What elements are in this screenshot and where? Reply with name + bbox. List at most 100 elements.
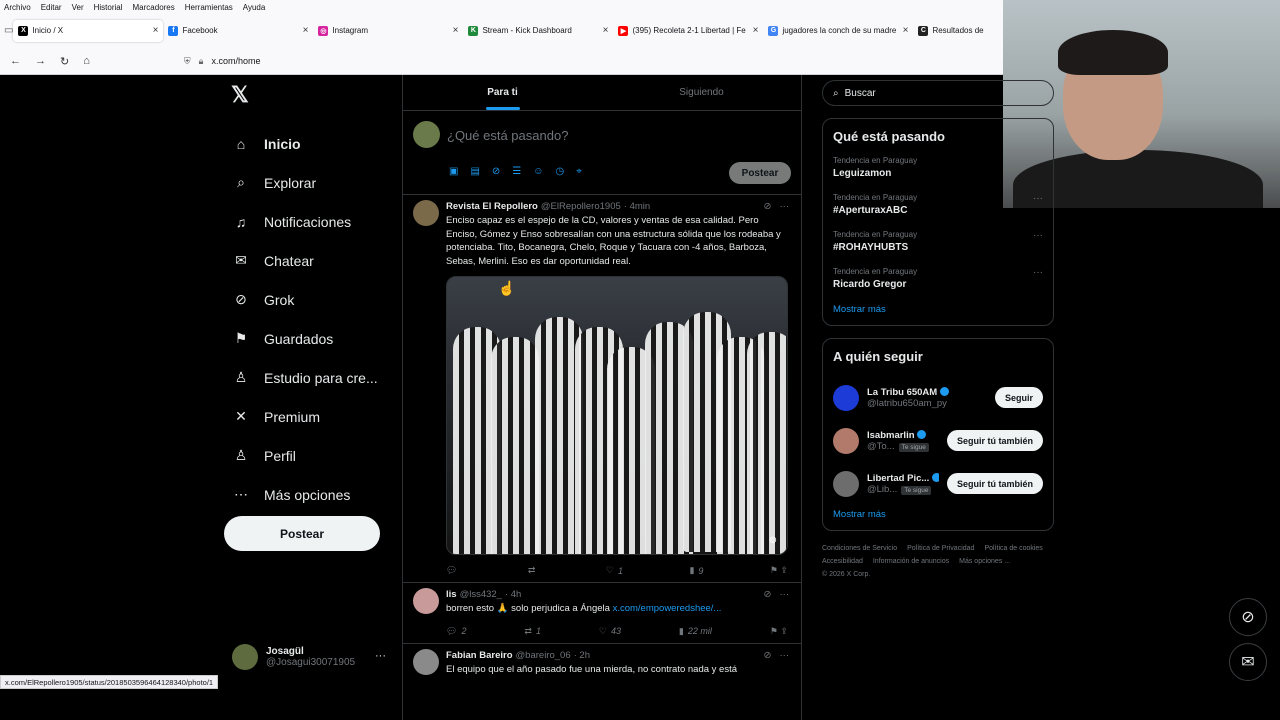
sidebar-item-chat[interactable]: ✉ Chatear xyxy=(224,241,394,280)
grok-fab-icon[interactable]: ⊘ xyxy=(1229,598,1267,636)
grok-icon[interactable]: ⊘ xyxy=(492,166,500,177)
close-icon[interactable]: × xyxy=(153,25,159,36)
close-icon[interactable]: × xyxy=(753,25,759,36)
menu-item-2[interactable]: Ver xyxy=(72,3,84,12)
browser-tab[interactable]: X Inicio / X × xyxy=(13,19,164,42)
trend-item[interactable]: Tendencia en Paraguay Leguizamon ··· xyxy=(833,156,1043,179)
grok-icon[interactable]: ⊘ xyxy=(764,589,772,600)
bookmark-button[interactable]: ⚑ ⇪ xyxy=(770,626,788,637)
more-icon[interactable]: ··· xyxy=(780,589,790,600)
tab-title[interactable]: Inicio / X xyxy=(32,26,148,35)
more-icon[interactable]: ··· xyxy=(1033,267,1043,278)
follow-button[interactable]: Seguir tú también xyxy=(946,473,1043,494)
compose-post-button[interactable]: Postear xyxy=(729,162,791,184)
trend-item[interactable]: Tendencia en Paraguay #ROHAYHUBTS ··· xyxy=(833,230,1043,253)
browser-tab[interactable]: f Facebook × xyxy=(163,20,313,42)
forward-icon[interactable]: → xyxy=(35,55,46,67)
sidebar-item-grok[interactable]: ⊘ Grok xyxy=(224,280,394,319)
grok-icon[interactable]: ⊘ xyxy=(764,650,772,661)
sidebar-item-more-options[interactable]: ⋯ Más opciones xyxy=(224,475,394,514)
reply-button[interactable]: 💬︎ xyxy=(446,565,461,576)
home-icon[interactable]: ⌂ xyxy=(83,55,90,67)
avatar[interactable] xyxy=(413,648,439,675)
tweet[interactable]: Revista El Repollero @ElRepollero1905 · … xyxy=(403,195,801,583)
poll-icon[interactable]: ☰ xyxy=(512,166,521,177)
gif-icon[interactable]: ▤ xyxy=(470,166,479,177)
footer-link[interactable]: Política de Privacidad xyxy=(907,545,974,552)
avatar[interactable] xyxy=(833,470,859,497)
follow-show-more[interactable]: Mostrar más xyxy=(833,509,1043,520)
repost-button[interactable]: ⇄ 1 xyxy=(524,626,541,637)
views-button[interactable]: ▮ 9 xyxy=(689,565,703,576)
menu-item-4[interactable]: Marcadores xyxy=(133,3,175,12)
footer-link[interactable]: Política de cookies xyxy=(984,545,1042,552)
messages-fab-icon[interactable]: ✉ xyxy=(1229,643,1267,681)
repost-button[interactable]: ⇄ xyxy=(528,565,540,576)
bookmark-button[interactable]: ⚑ ⇪ xyxy=(770,565,788,576)
tweet-handle[interactable]: @bareiro_06 xyxy=(516,650,571,661)
browser-tab[interactable]: ▶ (395) Recoleta 2-1 Libertad | Fe × xyxy=(613,20,763,42)
tweet-time[interactable]: · 4min xyxy=(624,201,650,212)
follow-name[interactable]: Libertad Pic... xyxy=(867,473,939,484)
trend-item[interactable]: Tendencia en Paraguay Ricardo Gregor ··· xyxy=(833,267,1043,290)
schedule-icon[interactable]: ◷ xyxy=(555,166,564,177)
views-button[interactable]: ▮ 22 mil xyxy=(679,626,712,637)
tweet[interactable]: Fabian Bareiro @bareiro_06 · 2h ⊘ ··· El … xyxy=(403,644,801,677)
tab-title[interactable]: jugadores la conch de su madre xyxy=(782,26,898,35)
shield-icon[interactable]: ⛨ xyxy=(184,56,191,67)
sidebar-item-explore[interactable]: ⌕ Explorar xyxy=(224,163,394,202)
follow-handle[interactable]: @To... xyxy=(867,441,895,452)
trend-name[interactable]: Leguizamon xyxy=(833,168,1043,179)
follow-handle[interactable]: @Lib... xyxy=(867,484,897,495)
reload-icon[interactable]: ↻ xyxy=(60,55,69,68)
more-icon[interactable]: ··· xyxy=(1033,156,1043,167)
tweet-handle[interactable]: @lss432_ xyxy=(460,589,502,600)
follow-handle[interactable]: @latribu650am_py xyxy=(867,398,947,409)
footer-link[interactable]: Accesibilidad xyxy=(822,558,863,565)
url-bar[interactable]: ⛨ 🔒︎ x.com/home xyxy=(184,56,261,67)
image-icon[interactable]: ▣ xyxy=(449,166,458,177)
menu-item-5[interactable]: Herramientas xyxy=(185,3,233,12)
follow-suggestion[interactable]: Libertad Pic... @Lib... Te sigue Seguir tú… xyxy=(833,462,1043,505)
tweet-link[interactable]: x.com/empoweredshee/... xyxy=(613,603,722,614)
close-icon[interactable]: × xyxy=(303,25,309,36)
browser-tab[interactable]: ◎ Instagram × xyxy=(313,20,463,42)
menu-item-6[interactable]: Ayuda xyxy=(243,3,266,12)
x-logo-icon[interactable]: 𝕏 xyxy=(231,82,394,108)
follow-display-name[interactable]: Libertad Pic... xyxy=(867,473,929,484)
footer-link[interactable]: © 2026 X Corp. xyxy=(822,571,870,578)
tweet[interactable]: lis @lss432_ · 4h ⊘ ··· borren esto 🙏 sol… xyxy=(403,583,801,644)
like-button[interactable]: ♡ 43 xyxy=(599,626,621,637)
tab-title[interactable]: Facebook xyxy=(182,26,298,35)
grok-icon[interactable]: ⊘ xyxy=(764,201,772,212)
more-icon[interactable]: ··· xyxy=(780,650,790,661)
follow-button[interactable]: Seguir tú también xyxy=(946,430,1043,451)
reply-button[interactable]: 💬︎ 2 xyxy=(446,626,466,637)
browser-tab[interactable]: K Stream - Kick Dashboard × xyxy=(463,20,613,42)
tab-for-you[interactable]: Para ti xyxy=(403,75,602,110)
tab-title[interactable]: Instagram xyxy=(332,26,448,35)
compose-input[interactable]: ¿Qué está pasando? xyxy=(447,128,568,143)
sidebar-item-home[interactable]: ⌂ Inicio xyxy=(224,124,394,163)
back-icon[interactable]: ← xyxy=(10,55,21,67)
more-icon[interactable]: ··· xyxy=(1033,193,1043,204)
search-placeholder[interactable]: Buscar xyxy=(845,88,876,99)
sidebar-item-profile[interactable]: ♙ Perfil xyxy=(224,436,394,475)
like-button[interactable]: ♡ 1 xyxy=(606,565,623,576)
footer-link[interactable]: Condiciones de Servicio xyxy=(822,545,897,552)
menu-item-1[interactable]: Editar xyxy=(41,3,62,12)
close-icon[interactable]: × xyxy=(453,25,459,36)
follow-button[interactable]: Seguir xyxy=(994,387,1043,408)
location-icon[interactable]: ⌖ xyxy=(576,166,582,177)
tweet-time[interactable]: · 2h xyxy=(574,650,590,661)
avatar[interactable] xyxy=(833,384,859,411)
more-icon[interactable]: ··· xyxy=(1033,230,1043,241)
trend-name[interactable]: #ROHAYHUBTS xyxy=(833,242,1043,253)
follow-suggestion[interactable]: Isabmarlin @To... Te sigue Seguir tú tambi… xyxy=(833,419,1043,462)
follow-display-name[interactable]: La Tribu 650AM xyxy=(867,387,937,398)
tweet-photo[interactable]: ⊚ xyxy=(446,276,788,555)
tweet-author[interactable]: Revista El Repollero xyxy=(446,201,538,212)
close-icon[interactable]: × xyxy=(903,25,909,36)
avatar[interactable] xyxy=(413,200,439,226)
footer-link[interactable]: Más opciones ... xyxy=(959,558,1010,565)
